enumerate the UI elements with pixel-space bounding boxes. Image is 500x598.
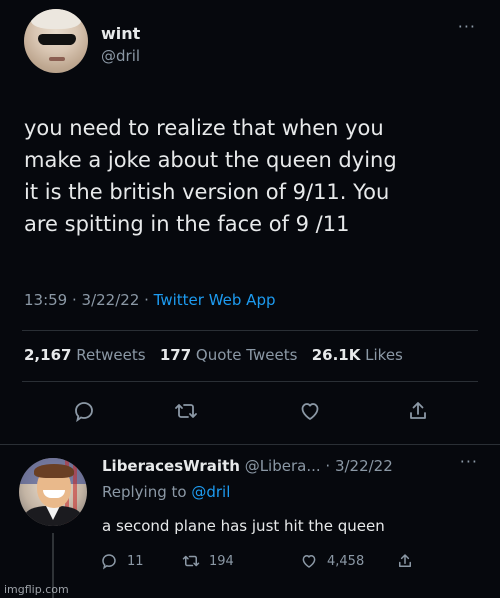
heart-icon [302, 555, 316, 568]
reply-button[interactable] [64, 393, 104, 429]
divider [22, 381, 478, 382]
avatar-mouth [49, 57, 65, 61]
reply-avatar[interactable] [19, 458, 87, 526]
retweet-icon [182, 555, 200, 567]
reply-handle-date[interactable]: @Libera... · 3/22/22 [245, 457, 393, 475]
reply-retweet-count: 194 [209, 553, 234, 569]
display-name[interactable]: wint [101, 24, 140, 43]
watermark: imgflip.com [4, 583, 69, 596]
divider [22, 330, 478, 331]
retweet-icon [175, 404, 197, 418]
retweets-label: Retweets [76, 346, 146, 364]
reply-actions: 11 194 4,458 [100, 549, 430, 573]
quotes-label: Quote Tweets [195, 346, 298, 364]
likes-count: 26.1K [311, 346, 361, 364]
tweet-text: you need to realize that when you make a… [24, 116, 397, 236]
reply-reply-button[interactable]: 11 [100, 549, 144, 573]
tweet-meta: 13:59 · 3/22/22 · Twitter Web App [24, 291, 276, 309]
reply-text: a second plane has just hit the queen [102, 517, 385, 535]
reply-retweet-button[interactable]: 194 [182, 549, 234, 573]
tweet-actions [0, 393, 500, 433]
replying-mention[interactable]: @dril [191, 483, 230, 501]
reply-more-options-icon[interactable]: ··· [460, 454, 478, 470]
retweets-stat[interactable]: 2,167 Retweets [24, 346, 146, 364]
share-icon [399, 554, 411, 567]
reply-like-button[interactable]: 4,458 [300, 549, 364, 573]
share-icon [410, 402, 426, 419]
avatar-hair [34, 464, 74, 478]
more-options-icon[interactable]: ··· [458, 19, 476, 35]
replying-prefix: Replying to [102, 483, 192, 501]
reply-like-count: 4,458 [327, 553, 365, 569]
reply-icon [102, 554, 116, 570]
retweets-count: 2,167 [24, 346, 72, 364]
reply-share-button[interactable] [396, 549, 414, 573]
share-button[interactable] [398, 393, 438, 429]
quotes-stat[interactable]: 177 Quote Tweets [160, 346, 298, 364]
tweet-timestamp[interactable]: 13:59 · 3/22/22 · [24, 291, 154, 309]
tweet-stats: 2,167 Retweets 177 Quote Tweets 26.1K Li… [24, 346, 403, 364]
reply-reply-count: 11 [127, 553, 144, 569]
avatar-hair [31, 9, 81, 29]
likes-label: Likes [365, 346, 403, 364]
heart-icon [301, 403, 319, 420]
divider [0, 444, 500, 445]
reply-header: LiberacesWraith @Libera... · 3/22/22 [102, 457, 393, 475]
quotes-count: 177 [159, 346, 192, 364]
handle[interactable]: @dril [101, 47, 140, 65]
reply-icon [75, 402, 93, 423]
likes-stat[interactable]: 26.1K Likes [312, 346, 403, 364]
main-tweet: wint @dril ··· you need to realize that … [0, 0, 500, 445]
retweet-button[interactable] [166, 393, 206, 429]
avatar-sunglasses [38, 34, 76, 45]
avatar[interactable] [24, 9, 88, 73]
replying-to: Replying to @dril [102, 483, 230, 501]
like-button[interactable] [290, 393, 330, 429]
tweet-source[interactable]: Twitter Web App [154, 291, 276, 309]
reply-display-name[interactable]: LiberacesWraith [102, 457, 240, 475]
